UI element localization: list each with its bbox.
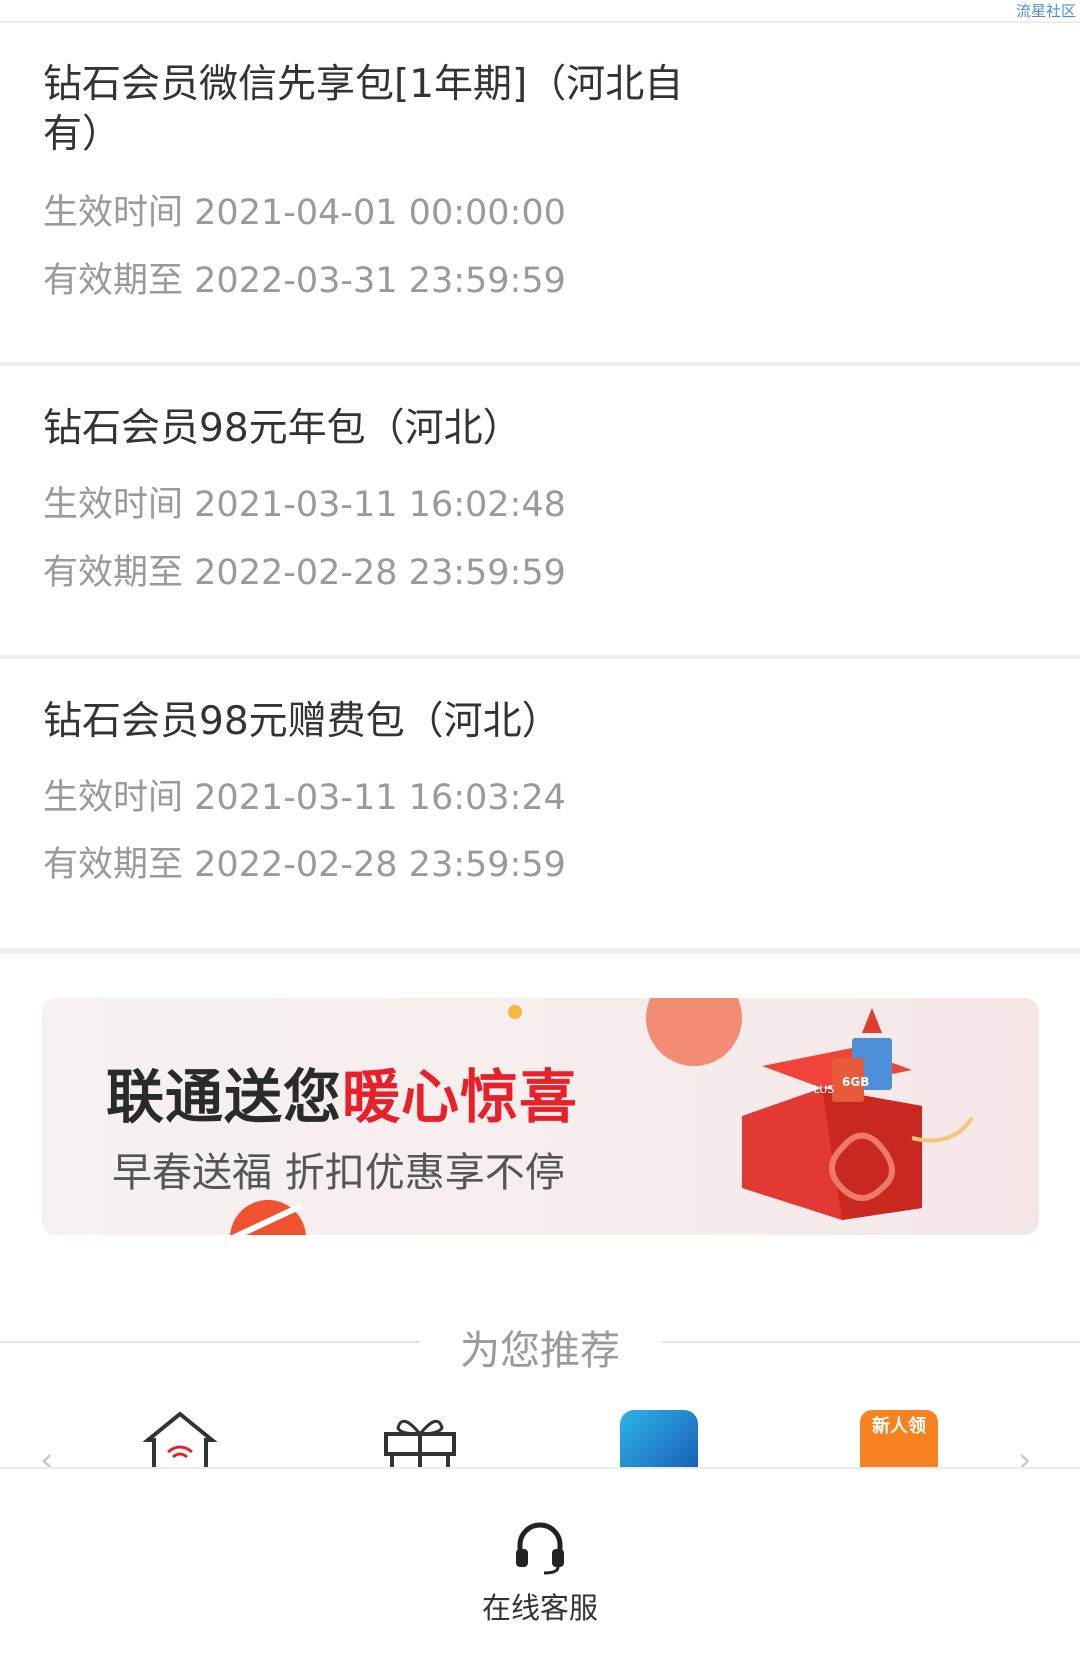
- package-end-row: 有效期至 2022-02-28 23:59:59: [43, 845, 566, 885]
- start-label: 生效时间: [43, 485, 184, 525]
- headset-icon: [516, 1522, 564, 1575]
- svg-text:PLUS: PLUS: [807, 1083, 834, 1096]
- package-card-3[interactable]: 钻石会员98元赠费包（河北） 生效时间 2021-03-11 16:03:24 …: [0, 697, 1080, 947]
- divider: [0, 362, 1080, 366]
- game-app-icon[interactable]: [620, 1410, 700, 1470]
- end-label: 有效期至: [43, 261, 184, 301]
- online-service-button[interactable]: 在线客服: [480, 1519, 600, 1627]
- end-label: 有效期至: [43, 845, 184, 885]
- end-value: 2022-02-28 23:59:59: [194, 845, 566, 885]
- start-label: 生效时间: [43, 193, 184, 233]
- start-value: 2021-03-11 16:03:24: [194, 778, 566, 818]
- divider: [0, 655, 1080, 659]
- end-value: 2022-03-31 23:59:59: [194, 261, 566, 301]
- recommend-title: 为您推荐: [460, 1328, 620, 1374]
- end-label: 有效期至: [43, 553, 184, 593]
- start-value: 2021-04-01 00:00:00: [194, 193, 566, 233]
- banner-title: 联通送您暖心惊喜: [106, 1063, 579, 1131]
- top-divider: [0, 21, 1080, 23]
- watermark: 流星社区: [1015, 2, 1076, 20]
- package-title: 钻石会员微信先享包[1年期]（河北自有）: [43, 62, 684, 157]
- package-start-row: 生效时间 2021-03-11 16:02:48: [43, 485, 566, 525]
- package-end-row: 有效期至 2022-02-28 23:59:59: [43, 553, 566, 593]
- new-user-badge: 新人领: [860, 1410, 938, 1470]
- new-user-icon[interactable]: 新人领: [860, 1410, 940, 1470]
- package-title: 钻石会员98元赠费包（河北）: [43, 699, 561, 744]
- start-value: 2021-03-11 16:02:48: [194, 485, 566, 525]
- package-start-row: 生效时间 2021-04-01 00:00:00: [43, 193, 566, 233]
- home-wifi-icon[interactable]: [140, 1410, 220, 1472]
- package-card-2[interactable]: 钻石会员98元年包（河北） 生效时间 2021-03-11 16:02:48 有…: [0, 404, 1080, 654]
- start-label: 生效时间: [43, 778, 184, 818]
- package-card-1[interactable]: 钻石会员微信先享包[1年期]（河北自有） 生效时间 2021-04-01 00:…: [0, 60, 1080, 364]
- svg-text:6GB: 6GB: [842, 1075, 869, 1089]
- promo-banner[interactable]: 6GB PLUS 联通送您暖心惊喜 早春送福 折扣优惠享不停: [42, 998, 1039, 1235]
- end-value: 2022-02-28 23:59:59: [194, 553, 566, 593]
- divider: [0, 948, 1080, 954]
- gift-icon[interactable]: [380, 1410, 460, 1472]
- package-end-row: 有效期至 2022-03-31 23:59:59: [43, 261, 566, 301]
- package-title: 钻石会员98元年包（河北）: [43, 406, 522, 451]
- package-start-row: 生效时间 2021-03-11 16:03:24: [43, 778, 566, 818]
- banner-subtitle: 早春送福 折扣优惠享不停: [112, 1150, 565, 1196]
- service-label: 在线客服: [481, 1591, 598, 1625]
- bottom-bar: 在线客服: [0, 1467, 1080, 1674]
